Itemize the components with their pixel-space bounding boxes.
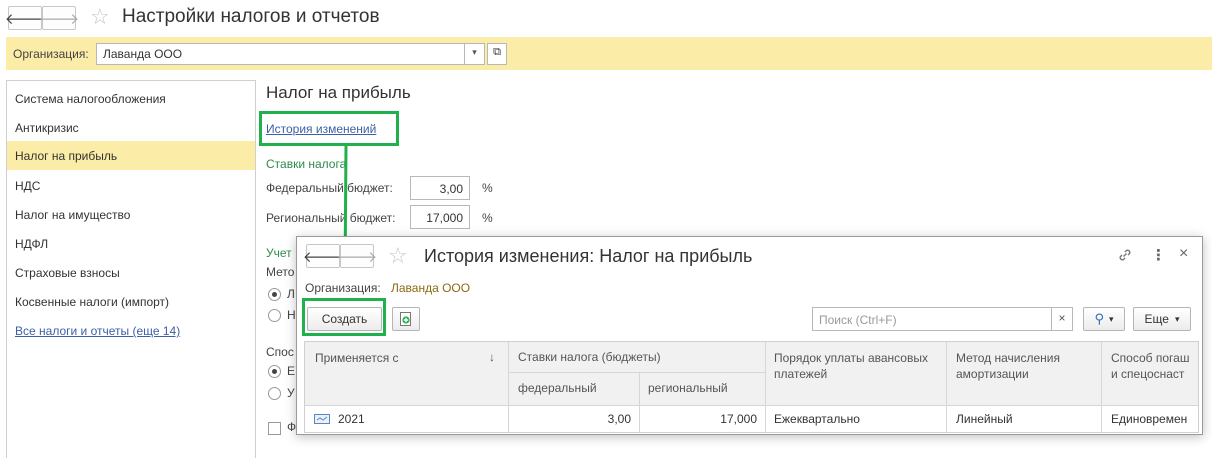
sidebar-item-vat[interactable]: НДС — [7, 171, 255, 200]
sort-down-icon[interactable]: ↓ — [489, 350, 495, 364]
history-link-highlight — [259, 111, 399, 146]
sidebar-more-link[interactable]: Все налоги и отчеты (еще 14) — [7, 316, 255, 345]
method-radio-2[interactable] — [268, 309, 281, 322]
sidebar-item-property-tax[interactable]: Налог на имущество — [7, 200, 255, 229]
arrow-right-icon: 🡒 — [38, 10, 80, 28]
history-table: Применяется с ↓ Ставки налога (бюджеты) … — [304, 341, 1199, 433]
sidebar-item-ndfl[interactable]: НДФЛ — [7, 229, 255, 258]
link-icon[interactable] — [1117, 247, 1133, 263]
more-vertical-icon[interactable]: ⋮ — [1151, 246, 1166, 264]
regional-percent: % — [482, 211, 493, 225]
search-clear-button[interactable]: × — [1051, 307, 1073, 331]
sidebar-item-tax-system[interactable]: Система налогообложения — [7, 84, 255, 113]
col-method[interactable]: Способ погаш и спецоснаст — [1111, 350, 1198, 382]
method2-radio-2[interactable] — [268, 387, 281, 400]
option-checkbox[interactable] — [268, 422, 281, 435]
method-radio-2-label: Н — [287, 308, 296, 322]
col-federal[interactable]: федеральный — [518, 381, 597, 395]
row-federal: 3,00 — [607, 412, 631, 426]
row-regional: 17,000 — [720, 412, 757, 426]
chevron-down-icon: ▾ — [1109, 313, 1114, 324]
arrow-right-icon: 🡒 — [336, 248, 378, 266]
col-applies-from[interactable]: Применяется с — [315, 351, 399, 365]
sidebar-item-indirect-taxes[interactable]: Косвенные налоги (импорт) — [7, 287, 255, 316]
chevron-down-icon: ▾ — [1174, 313, 1180, 324]
col-regional[interactable]: региональный — [648, 381, 728, 395]
dialog-back-button[interactable]: 🡐 — [303, 244, 343, 268]
federal-percent: % — [482, 181, 493, 195]
favorite-star-icon[interactable]: ☆ — [90, 6, 110, 28]
dialog-favorite-star-icon[interactable]: ☆ — [388, 245, 408, 267]
col-depreciation[interactable]: Метод начисления амортизации — [956, 350, 1096, 382]
section-heading: Налог на прибыль — [266, 83, 411, 102]
organization-select[interactable]: Лаванда ООО — [96, 43, 465, 65]
search-icon: ⚲ — [1094, 311, 1104, 326]
dialog-org-value: Лаванда ООО — [391, 281, 471, 295]
more-button[interactable]: Еще ▾ — [1133, 307, 1191, 331]
record-icon — [314, 414, 330, 424]
table-row[interactable]: 2021 3,00 17,000 Ежеквартально Линейный … — [305, 406, 1198, 432]
regional-budget-input[interactable]: 17,000 — [410, 205, 470, 229]
copy-add-icon — [400, 312, 411, 326]
method-radio-1-label: Л — [287, 287, 295, 301]
back-button[interactable]: 🡐 — [5, 6, 45, 30]
organization-dropdown-button[interactable]: ▾ — [464, 43, 485, 65]
method-label: Мето — [266, 265, 295, 279]
organization-label: Организация: — [13, 47, 89, 61]
method2-radio-1[interactable] — [268, 365, 281, 378]
sidebar-item-insurance[interactable]: Страховые взносы — [7, 258, 255, 287]
forward-button[interactable]: 🡒 — [38, 6, 80, 30]
row-method: Единовремен — [1111, 412, 1188, 426]
organization-value: Лаванда ООО — [103, 47, 183, 61]
accounting-section-title: Учет — [266, 246, 292, 260]
method2-label: Спос — [266, 345, 294, 359]
sidebar: Система налогообложения Антикризис Налог… — [6, 80, 256, 458]
chevron-down-icon: ▾ — [472, 47, 477, 57]
sidebar-item-profit-tax[interactable]: Налог на прибыль — [7, 141, 255, 170]
dialog-title: История изменения: Налог на прибыль — [424, 246, 753, 266]
row-depreciation: Линейный — [956, 412, 1013, 426]
col-payment-order[interactable]: Порядок уплаты авансовых платежей — [774, 350, 939, 382]
copy-button[interactable] — [392, 307, 420, 331]
create-button-highlight — [302, 298, 386, 336]
open-window-icon: ⧉ — [493, 46, 501, 58]
method-radio-1[interactable] — [268, 288, 281, 301]
search-button[interactable]: ⚲ ▾ — [1083, 307, 1125, 331]
dialog-forward-button[interactable]: 🡒 — [336, 244, 378, 268]
sidebar-item-anticrisis[interactable]: Антикризис — [7, 113, 255, 142]
dialog-org-label: Организация: — [305, 281, 381, 295]
history-dialog: 🡐 🡒 ☆ История изменения: Налог на прибыл… — [296, 236, 1203, 435]
organization-open-button[interactable]: ⧉ — [487, 43, 507, 65]
federal-budget-input[interactable]: 3,00 — [410, 176, 470, 200]
option-checkbox-label: Ф — [287, 420, 297, 434]
col-rates[interactable]: Ставки налога (бюджеты) — [518, 350, 661, 364]
window-title: Настройки налогов и отчетов — [122, 6, 380, 27]
search-placeholder: Поиск (Ctrl+F) — [819, 313, 897, 327]
row-payment: Ежеквартально — [774, 412, 860, 426]
method2-radio-2-label: У — [287, 386, 295, 400]
close-icon[interactable]: × — [1179, 245, 1188, 263]
method2-radio-1-label: Е — [287, 364, 296, 378]
row-year: 2021 — [338, 412, 365, 426]
search-input[interactable]: Поиск (Ctrl+F) — [812, 307, 1052, 331]
